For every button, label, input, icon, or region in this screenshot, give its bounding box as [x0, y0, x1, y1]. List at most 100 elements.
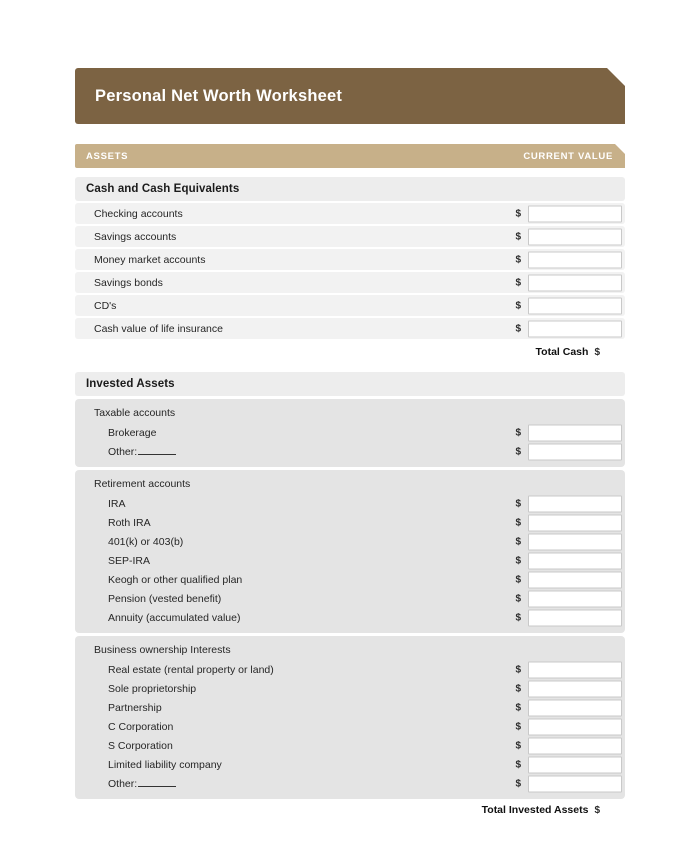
section-heading-label: Invested Assets	[86, 378, 175, 390]
line-item-label: Other:	[75, 778, 177, 790]
line-item-row[interactable]: Roth IRA $	[75, 513, 625, 532]
sub-group-card: Taxable accounts Brokerage $ Other: $	[75, 399, 625, 467]
line-item-row[interactable]: Keogh or other qualified plan $	[75, 570, 625, 589]
write-in-blank-line[interactable]	[138, 778, 177, 787]
sub-group-card: Business ownership Interests Real estate …	[75, 636, 625, 799]
line-item-row[interactable]: CD's $	[75, 295, 625, 316]
line-item-row[interactable]: Pension (vested benefit) $	[75, 589, 625, 608]
value-cell: $	[515, 443, 622, 460]
value-cell: $	[515, 297, 622, 314]
line-item-row[interactable]: Limited liability company $	[75, 755, 625, 774]
line-item-row[interactable]: Brokerage $	[75, 423, 625, 442]
column-header-current-value: CURRENT VALUE	[523, 150, 613, 162]
amount-input[interactable]	[528, 756, 622, 773]
amount-input[interactable]	[528, 320, 622, 337]
line-item-label: Savings bonds	[94, 276, 163, 289]
sub-group-card: Retirement accounts IRA $ Roth IRA $401(k) o…	[75, 470, 625, 633]
currency-symbol: $	[515, 593, 521, 604]
row-list: Checking accounts $ Savings accounts $ Money…	[75, 203, 625, 339]
section-total-row: Total Cash $	[75, 341, 625, 363]
line-item-label: S Corporation	[108, 739, 173, 752]
section-heading-label: Cash and Cash Equivalents	[86, 183, 240, 195]
value-cell: $	[515, 274, 622, 291]
currency-symbol: $	[515, 664, 521, 675]
line-item-row[interactable]: Other: $	[75, 774, 625, 793]
line-item-row[interactable]: Savings accounts $	[75, 226, 625, 247]
currency-symbol: $	[515, 778, 521, 789]
currency-symbol: $	[515, 427, 521, 438]
amount-input[interactable]	[528, 495, 622, 512]
currency-symbol: $	[515, 612, 521, 623]
line-item-row[interactable]: Cash value of life insurance $	[75, 318, 625, 339]
amount-input[interactable]	[528, 533, 622, 550]
line-item-label: Brokerage	[108, 426, 157, 439]
section-total-row: Total Invested Assets $	[75, 799, 625, 821]
value-cell: $	[515, 718, 622, 735]
line-item-row[interactable]: 401(k) or 403(b) $	[75, 532, 625, 551]
line-item-row[interactable]: Sole proprietorship $	[75, 679, 625, 698]
value-cell: $	[515, 590, 622, 607]
currency-symbol: $	[515, 446, 521, 457]
line-item-label: Annuity (accumulated value)	[108, 611, 241, 624]
amount-input[interactable]	[528, 205, 622, 222]
amount-input[interactable]	[528, 661, 622, 678]
line-item-row[interactable]: Annuity (accumulated value) $	[75, 608, 625, 627]
line-item-row[interactable]: IRA $	[75, 494, 625, 513]
line-item-row[interactable]: C Corporation $	[75, 717, 625, 736]
value-cell: $	[515, 251, 622, 268]
value-cell: $	[515, 514, 622, 531]
currency-symbol: $	[515, 555, 521, 566]
amount-input[interactable]	[528, 228, 622, 245]
section-heading: Cash and Cash Equivalents	[75, 177, 625, 201]
worksheet-body: Personal Net Worth Worksheet ASSETS CURR…	[75, 68, 625, 821]
line-item-row[interactable]: Other: $	[75, 442, 625, 461]
amount-input[interactable]	[528, 274, 622, 291]
value-cell: $	[515, 661, 622, 678]
amount-input[interactable]	[528, 590, 622, 607]
line-item-label: Savings accounts	[94, 230, 177, 243]
line-item-row[interactable]: Checking accounts $	[75, 203, 625, 224]
value-cell: $	[515, 609, 622, 626]
value-cell: $	[515, 320, 622, 337]
line-item-row[interactable]: Money market accounts $	[75, 249, 625, 270]
line-item-row[interactable]: S Corporation $	[75, 736, 625, 755]
line-item-label: Other:	[75, 446, 177, 458]
line-item-row[interactable]: SEP-IRA $	[75, 551, 625, 570]
amount-input[interactable]	[528, 552, 622, 569]
amount-input[interactable]	[528, 443, 622, 460]
amount-input[interactable]	[528, 609, 622, 626]
line-item-label: Partnership	[108, 701, 162, 714]
line-item-label: 401(k) or 403(b)	[108, 535, 184, 548]
currency-symbol: $	[515, 277, 521, 288]
section-heading: Invested Assets	[75, 372, 625, 396]
value-cell: $	[515, 424, 622, 441]
amount-input[interactable]	[528, 571, 622, 588]
line-item-label: Pension (vested benefit)	[108, 592, 222, 605]
amount-input[interactable]	[528, 680, 622, 697]
amount-input[interactable]	[528, 737, 622, 754]
column-header-bar: ASSETS CURRENT VALUE	[75, 144, 625, 168]
amount-input[interactable]	[528, 514, 622, 531]
currency-symbol: $	[515, 208, 521, 219]
currency-symbol: $	[515, 683, 521, 694]
value-cell: $	[515, 775, 622, 792]
amount-input[interactable]	[528, 718, 622, 735]
value-cell: $	[515, 205, 622, 222]
line-item-label: Sole proprietorship	[108, 682, 197, 695]
write-in-blank-line[interactable]	[138, 446, 177, 455]
amount-input[interactable]	[528, 775, 622, 792]
line-item-row[interactable]: Savings bonds $	[75, 272, 625, 293]
amount-input[interactable]	[528, 297, 622, 314]
amount-input[interactable]	[528, 424, 622, 441]
line-item-label: IRA	[108, 497, 126, 510]
line-item-row[interactable]: Partnership $	[75, 698, 625, 717]
value-cell: $	[515, 756, 622, 773]
amount-input[interactable]	[528, 251, 622, 268]
value-cell: $	[515, 228, 622, 245]
amount-input[interactable]	[528, 699, 622, 716]
line-item-row[interactable]: Real estate (rental property or land) $	[75, 660, 625, 679]
line-item-label: SEP-IRA	[108, 554, 151, 567]
document-title-bar: Personal Net Worth Worksheet	[75, 68, 625, 124]
sub-group-title: Business ownership Interests	[94, 644, 231, 656]
value-cell: $	[515, 737, 622, 754]
